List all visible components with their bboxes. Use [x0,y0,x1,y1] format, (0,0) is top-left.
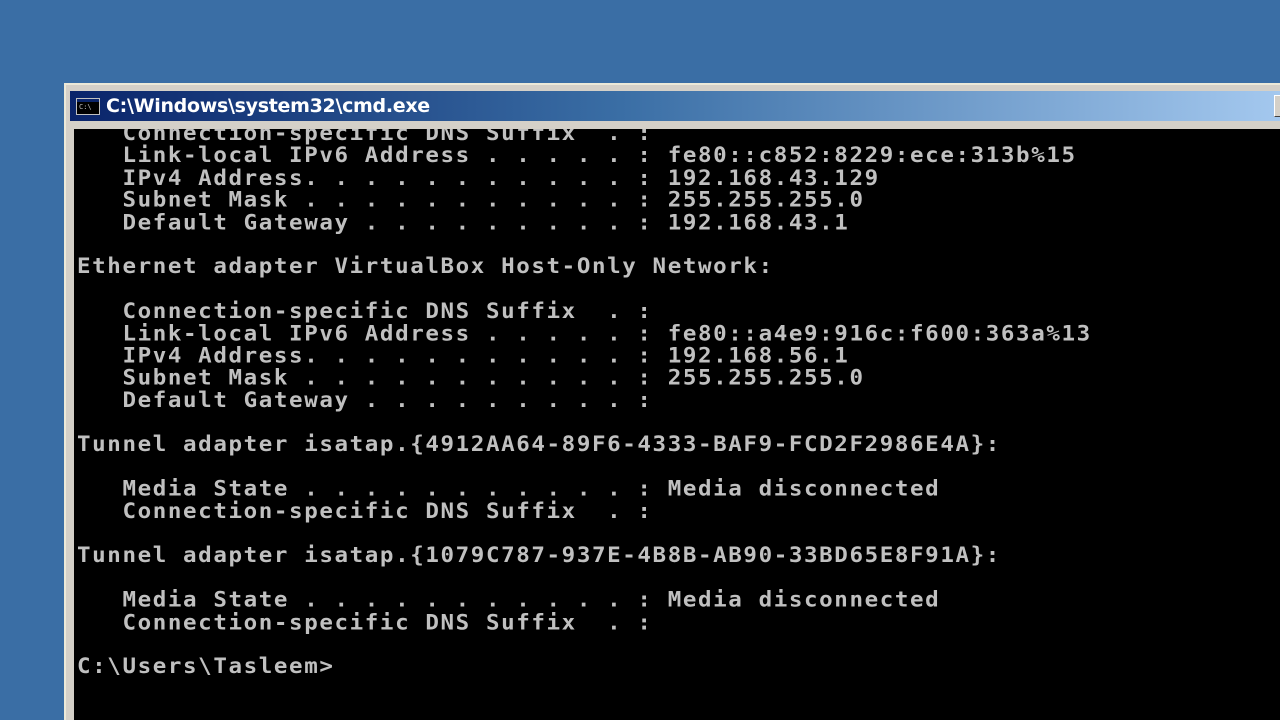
console-line: Connection-specific DNS Suffix . : [77,498,653,524]
console-line: Subnet Mask . . . . . . . . . . . : 255.… [77,365,865,391]
console-area[interactable]: Connection-specific DNS Suffix . : Link-… [74,129,1280,720]
console-line: Connection-specific DNS Suffix . : [77,298,653,324]
minimize-button[interactable] [1274,95,1280,117]
command-prompt[interactable]: C:\Users\Tasleem> [77,655,1092,678]
console-line: Link-local IPv6 Address . . . . . : fe80… [77,321,1092,346]
window-title: C:\Windows\system32\cmd.exe [106,95,430,117]
console-line: Default Gateway . . . . . . . . . : 192.… [77,209,850,235]
cmd-window: C:\ C:\Windows\system32\cmd.exe Connecti… [64,83,1280,720]
console-line: Media State . . . . . . . . . . . : Medi… [77,587,941,613]
console-line: Media State . . . . . . . . . . . : Medi… [77,476,941,502]
console-output: Connection-specific DNS Suffix . : Link-… [77,129,1092,679]
console-line: Subnet Mask . . . . . . . . . . . : 255.… [77,187,865,213]
title-bar[interactable]: C:\ C:\Windows\system32\cmd.exe [70,91,1280,121]
console-line: IPv4 Address. . . . . . . . . . . : 192.… [77,165,880,191]
console-line: Tunnel adapter isatap.{1079C787-937E-4B8… [77,543,1001,569]
cmd-icon[interactable]: C:\ [76,97,100,115]
console-line: IPv4 Address. . . . . . . . . . . : 192.… [77,343,850,369]
cmd-icon-label: C:\ [79,102,92,111]
console-line: Default Gateway . . . . . . . . . : [77,387,653,413]
console-line: Ethernet adapter VirtualBox Host-Only Ne… [77,254,774,280]
console-line: Connection-specific DNS Suffix . : [77,609,653,635]
console-line: Tunnel adapter isatap.{4912AA64-89F6-433… [77,432,1001,457]
console-line: Link-local IPv6 Address . . . . . : fe80… [77,143,1077,169]
